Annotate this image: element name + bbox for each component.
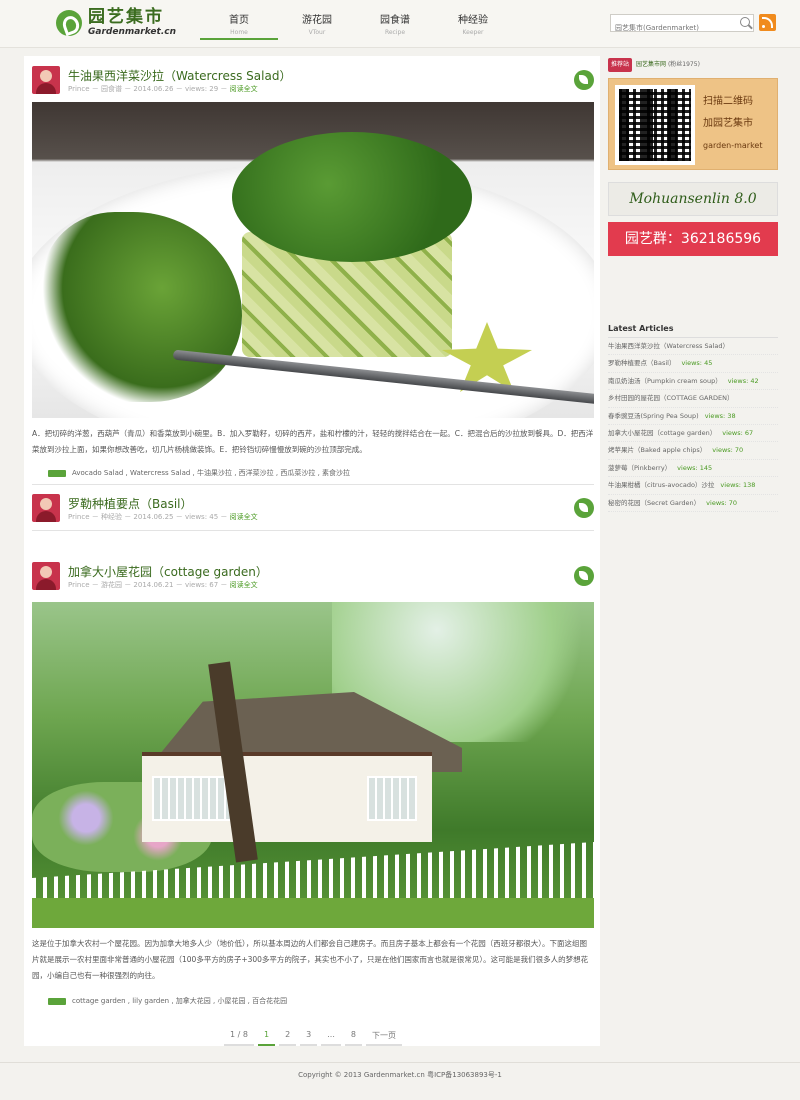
- list-item[interactable]: 菠萝莓（Pinkberry） views: 145: [608, 460, 778, 478]
- leaf-icon: [574, 70, 594, 90]
- read-more-link[interactable]: 阅读全文: [230, 85, 258, 93]
- leaf-logo-icon: [56, 10, 82, 36]
- nav-keeper[interactable]: 种经验 Keeper: [434, 0, 512, 40]
- leaf-icon: [574, 566, 594, 586]
- page-count: 1 / 8: [224, 1030, 254, 1046]
- page-3[interactable]: 3: [300, 1030, 318, 1046]
- main-content: 牛油果西洋菜沙拉（Watercress Salad） Prince － 园食谱 …: [24, 56, 600, 1046]
- author-avatar[interactable]: [32, 66, 60, 94]
- page-1[interactable]: 1: [257, 1030, 276, 1046]
- list-item[interactable]: 乡村田园的屋花园（COTTAGE GARDEN）: [608, 390, 778, 408]
- tag-icon: [48, 997, 66, 1005]
- post-image-salad[interactable]: [32, 102, 594, 418]
- list-item[interactable]: 加拿大小屋花园（cottage garden） views: 67: [608, 425, 778, 443]
- read-more-link[interactable]: 阅读全文: [230, 581, 258, 589]
- list-item[interactable]: 南瓜奶油汤（Pumpkin cream soup） views: 42: [608, 373, 778, 391]
- post-watercress-salad: 牛油果西洋菜沙拉（Watercress Salad） Prince － 园食谱 …: [32, 66, 594, 486]
- site-header: 园艺集市 Gardenmarket.cn 首页 Home 游花园 VTour 园…: [0, 0, 800, 48]
- post-excerpt: A．把切碎的洋葱，西葫芦（青瓜）和香菜放到小碗里。B．加入罗勒籽，切碎的西芹，盐…: [32, 429, 594, 454]
- site-footer: Copyright © 2013 Gardenmarket.cn 粤ICP备13…: [0, 1062, 800, 1086]
- logo-title: 园艺集市: [88, 7, 164, 27]
- rss-icon[interactable]: [759, 14, 776, 31]
- post-tags: cottage garden , lily garden , 加拿大花园 , 小…: [48, 996, 287, 1006]
- list-item[interactable]: 春季豌豆汤(Spring Pea Soup) views: 38: [608, 408, 778, 425]
- list-item[interactable]: 烤苹果片（Baked apple chips） views: 70: [608, 442, 778, 460]
- logo-subtitle: Gardenmarket.cn: [88, 27, 176, 37]
- list-item[interactable]: 牛油果柑橘（citrus-avocado）沙拉 views: 138: [608, 477, 778, 495]
- author-avatar[interactable]: [32, 562, 60, 590]
- page-2[interactable]: 2: [279, 1030, 297, 1046]
- latest-articles-heading: Latest Articles: [608, 324, 778, 338]
- page-ellipsis: ...: [321, 1030, 341, 1046]
- nav-vtour[interactable]: 游花园 VTour: [278, 0, 356, 40]
- post-meta: Prince － 种经验 － 2014.06.25 － views: 45 － …: [68, 513, 258, 521]
- leaf-icon: [574, 498, 594, 518]
- search-input[interactable]: [611, 20, 735, 36]
- site-link[interactable]: 园艺集市网: [636, 61, 666, 68]
- page-8[interactable]: 8: [344, 1030, 362, 1046]
- brand-banner[interactable]: Mohuansenlin 8.0: [608, 182, 778, 216]
- search-icon[interactable]: [740, 17, 750, 27]
- post-tags: Avocado Salad , Watercress Salad , 牛油果沙拉…: [48, 468, 350, 478]
- list-item[interactable]: 罗勒种植要点（Basil） views: 45: [608, 355, 778, 373]
- post-excerpt: 这是位于加拿大农村一个屋花园。因为加拿大地多人少（地价低），所以基本周边的人们都…: [32, 939, 589, 980]
- latest-articles-list: 牛油果西洋菜沙拉（Watercress Salad） 罗勒种植要点（Basil）…: [608, 338, 778, 512]
- post-meta: Prince － 游花园 － 2014.06.21 － views: 67 － …: [68, 581, 258, 589]
- divider: [32, 484, 594, 485]
- qr-code-panel: 扫描二维码 加园艺集市 garden-market: [608, 78, 778, 170]
- main-nav: 首页 Home 游花园 VTour 园食谱 Recipe 种经验 Keeper: [200, 0, 512, 40]
- search-box: [610, 14, 754, 36]
- post-meta: Prince － 园食谱 － 2014.06.26 － views: 29 － …: [68, 85, 258, 93]
- divider: [32, 530, 594, 531]
- author-avatar[interactable]: [32, 494, 60, 522]
- group-banner[interactable]: 园艺群：362186596: [608, 222, 778, 256]
- next-page-link[interactable]: 下一页: [365, 1030, 402, 1046]
- nav-home[interactable]: 首页 Home: [200, 0, 278, 40]
- post-basil: 罗勒种植要点（Basil） Prince － 种经验 － 2014.06.25 …: [32, 494, 594, 534]
- post-image-cottage[interactable]: [32, 602, 594, 928]
- nav-recipe[interactable]: 园食谱 Recipe: [356, 0, 434, 40]
- qr-code-image: [615, 85, 695, 165]
- recommend-badge: 推荐站: [608, 58, 633, 72]
- list-item[interactable]: 牛油果西洋菜沙拉（Watercress Salad）: [608, 338, 778, 356]
- pagination: 1 / 8 1 2 3 ... 8 下一页: [222, 1030, 404, 1046]
- site-logo[interactable]: 园艺集市 Gardenmarket.cn: [56, 8, 176, 38]
- post-title[interactable]: 加拿大小屋花园（cottage garden）: [68, 563, 268, 580]
- post-title[interactable]: 罗勒种植要点（Basil）: [68, 495, 193, 512]
- post-title[interactable]: 牛油果西洋菜沙拉（Watercress Salad）: [68, 67, 291, 84]
- tag-icon: [48, 469, 66, 477]
- read-more-link[interactable]: 阅读全文: [230, 513, 258, 521]
- sidebar: 推荐站 园艺集市网 (粉丝1975) 扫描二维码 加园艺集市 garden-mar…: [608, 58, 778, 512]
- list-item[interactable]: 秘密的花园（Secret Garden） views: 70: [608, 495, 778, 512]
- recommend-bar: 推荐站 园艺集市网 (粉丝1975): [608, 58, 778, 78]
